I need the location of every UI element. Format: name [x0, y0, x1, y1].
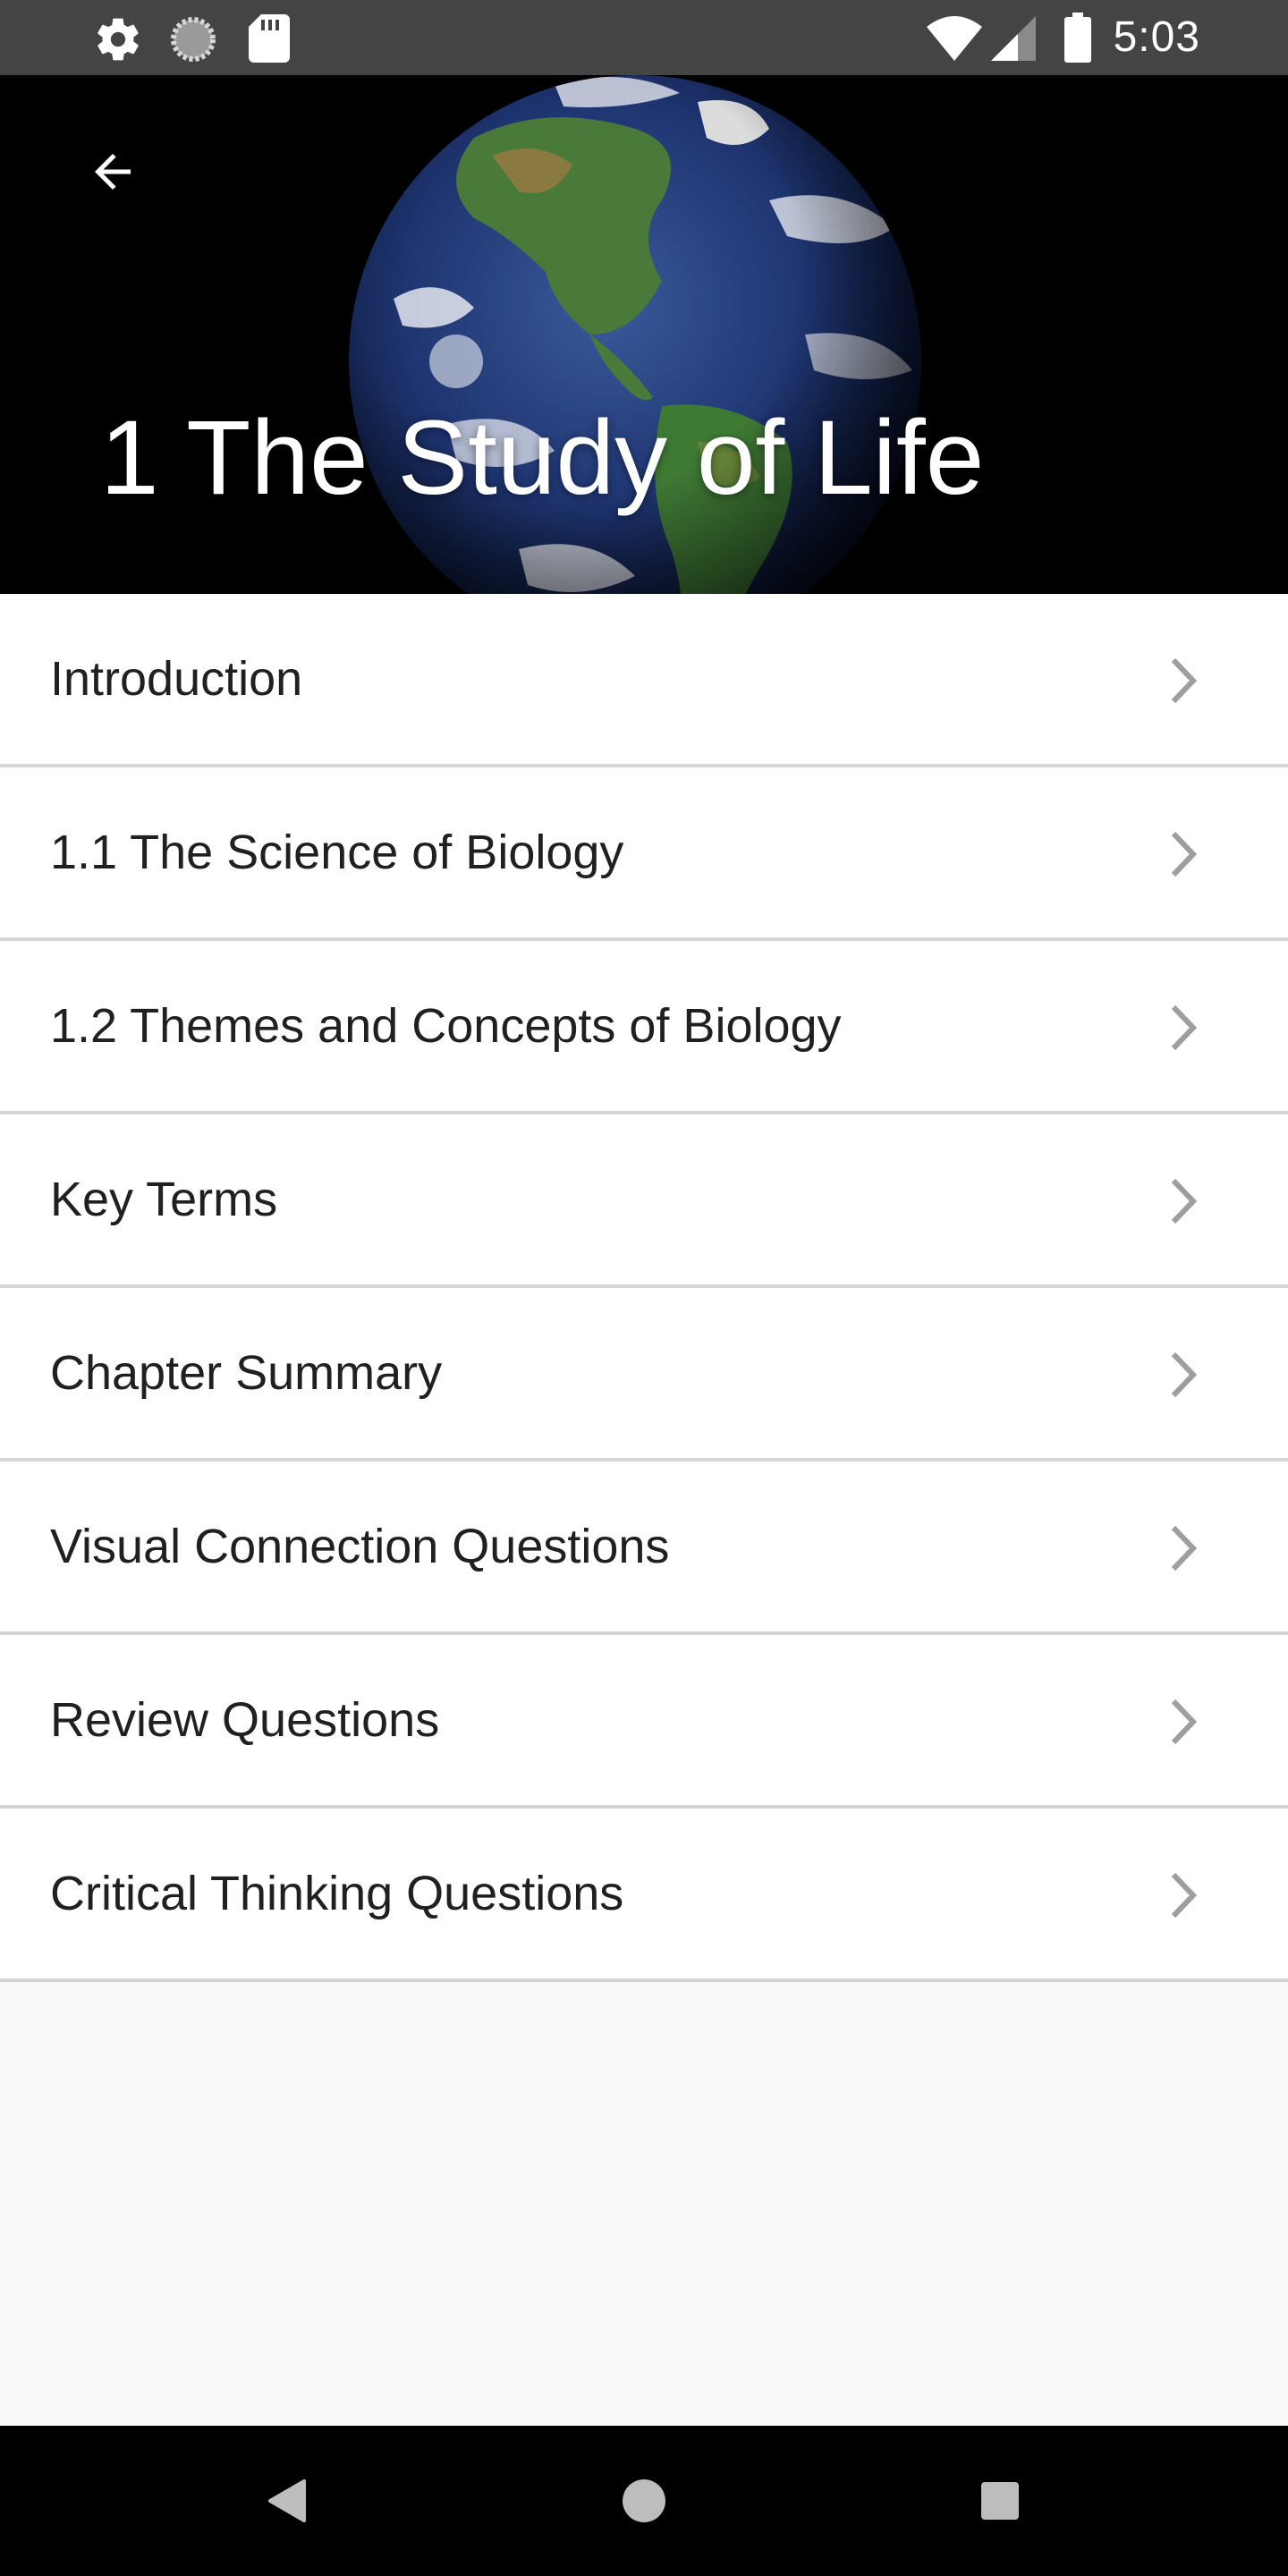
list-item-label: Introduction — [50, 652, 303, 706]
list-item-introduction[interactable]: Introduction — [0, 594, 1288, 767]
list-item-critical-thinking-questions[interactable]: Critical Thinking Questions — [0, 1809, 1288, 1982]
back-button[interactable] — [68, 127, 157, 216]
status-bar: 5:03 — [0, 0, 1288, 75]
section-list: Introduction 1.1 The Science of Biology … — [0, 594, 1288, 1982]
list-item-label: Visual Connection Questions — [50, 1520, 670, 1573]
chevron-right-icon — [1171, 1699, 1197, 1745]
system-nav-bar — [0, 2426, 1288, 2576]
list-item-chapter-summary[interactable]: Chapter Summary — [0, 1288, 1288, 1462]
home-circle-icon — [623, 2479, 665, 2522]
app-screen: 5:03 1 The Study of Life Introduction 1.… — [0, 0, 1288, 2576]
list-item-label: Key Terms — [50, 1173, 278, 1226]
back-triangle-icon — [268, 2479, 306, 2522]
list-item-key-terms[interactable]: Key Terms — [0, 1114, 1288, 1288]
list-item-label: Critical Thinking Questions — [50, 1867, 624, 1920]
chapter-header: 1 The Study of Life — [0, 75, 1288, 594]
back-arrow-icon — [95, 154, 131, 190]
gear-icon — [93, 14, 143, 69]
chevron-right-icon — [1171, 657, 1197, 704]
chevron-right-icon — [1171, 1352, 1197, 1398]
list-item-science-of-biology[interactable]: 1.1 The Science of Biology — [0, 767, 1288, 941]
list-item-label: 1.2 Themes and Concepts of Biology — [50, 999, 842, 1053]
chevron-right-icon — [1171, 1178, 1197, 1224]
recents-square-icon — [981, 2482, 1019, 2520]
wifi-icon — [927, 16, 982, 65]
signal-icon — [991, 16, 1036, 65]
nav-back-button[interactable] — [254, 2469, 318, 2533]
battery-icon — [1064, 13, 1091, 67]
list-item-visual-connection-questions[interactable]: Visual Connection Questions — [0, 1462, 1288, 1635]
nav-recents-button[interactable] — [968, 2469, 1032, 2533]
chevron-right-icon — [1171, 831, 1197, 877]
status-time: 5:03 — [1113, 13, 1200, 61]
list-item-label: Chapter Summary — [50, 1346, 443, 1400]
list-item-themes-and-concepts[interactable]: 1.2 Themes and Concepts of Biology — [0, 941, 1288, 1114]
sd-card-icon — [249, 14, 290, 67]
chevron-right-icon — [1171, 1004, 1197, 1051]
page-title: 1 The Study of Life — [100, 399, 985, 517]
loading-icon — [168, 14, 218, 69]
list-item-review-questions[interactable]: Review Questions — [0, 1635, 1288, 1809]
list-item-label: Review Questions — [50, 1693, 440, 1747]
chevron-right-icon — [1171, 1872, 1197, 1919]
list-item-label: 1.1 The Science of Biology — [50, 826, 624, 879]
nav-home-button[interactable] — [612, 2469, 676, 2533]
chevron-right-icon — [1171, 1525, 1197, 1572]
